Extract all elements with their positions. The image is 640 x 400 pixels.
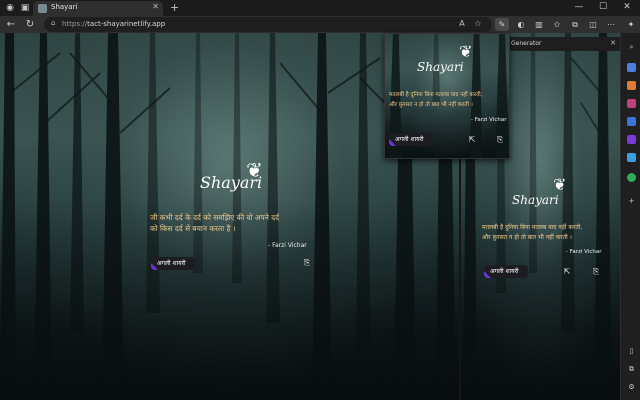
shayari-author: - Farzi Vichar xyxy=(471,117,507,123)
shayari-quote: मतलबी है दुनिया बिना मतलब याद नहीं करती,… xyxy=(482,224,583,241)
next-shayari-button[interactable]: अगली शायरी xyxy=(484,265,528,278)
sidebar-app-green-icon[interactable] xyxy=(627,173,636,182)
shayari-author: - Farzi Vichar xyxy=(268,242,307,249)
copy-icon[interactable]: ⎘ xyxy=(302,258,312,268)
split-screen-icon[interactable]: ▥ xyxy=(532,18,546,31)
shayari-author: - Farzi Vichar xyxy=(566,249,602,255)
share-icon[interactable]: ⇱ xyxy=(562,267,572,276)
next-shayari-button[interactable]: अगली शायरी xyxy=(389,133,433,146)
sidebar-outlook-icon[interactable] xyxy=(627,153,636,162)
add-icon[interactable]: + xyxy=(627,197,636,206)
tab-title: Shayari xyxy=(51,3,78,11)
copy-icon[interactable]: ⎘ xyxy=(495,135,505,145)
browser-toolbar: ← ↻ ⌂ https://tact-shayarinetlify.app A … xyxy=(0,16,640,33)
search-icon[interactable]: ⌕ xyxy=(627,43,636,52)
tab-shayari[interactable]: Shayari ✕ xyxy=(33,1,163,16)
minimize-button[interactable]: — xyxy=(572,1,586,14)
next-shayari-button[interactable]: अगली शायरी xyxy=(151,257,195,270)
copy-icon[interactable]: ⎘ xyxy=(591,267,601,277)
open-external-icon[interactable]: ⧉ xyxy=(627,365,636,374)
tab-strip: ◉ ▣ Shayari ✕ + — ☐ ✕ xyxy=(0,0,640,16)
feather-icon: ❦ xyxy=(246,158,263,182)
collections-icon[interactable]: ⧉ xyxy=(568,18,582,31)
side-panel-title: Generator xyxy=(511,40,542,47)
sidebar-tools-icon[interactable] xyxy=(627,99,636,108)
favorite-star-icon[interactable]: ☆ xyxy=(472,19,484,28)
shayari-logo: Shayari xyxy=(512,193,559,207)
edge-sidebar: ⌕ + ▯ ⧉ ⚙ xyxy=(620,33,640,400)
shayari-logo: Shayari xyxy=(417,60,464,74)
settings-gear-icon[interactable]: ⚙ xyxy=(627,383,636,392)
sidebar-games-icon[interactable] xyxy=(627,117,636,126)
screenshot-icon[interactable]: ◫ xyxy=(586,18,600,31)
favorites-icon[interactable]: ✩ xyxy=(550,18,564,31)
maximize-button[interactable]: ☐ xyxy=(596,1,610,14)
address-bar[interactable]: ⌂ https://tact-shayarinetlify.app A ☆ xyxy=(44,17,492,32)
feather-icon: ❦ xyxy=(553,175,567,194)
close-window-button[interactable]: ✕ xyxy=(620,1,634,14)
tab-favicon-icon xyxy=(38,4,47,13)
copilot-icon[interactable]: ✦ xyxy=(625,18,637,31)
sidebar-shopping-icon[interactable] xyxy=(627,81,636,90)
sidebar-office-icon[interactable] xyxy=(627,135,636,144)
new-tab-button[interactable]: + xyxy=(170,1,179,14)
side-panel-header: Generator ✕ xyxy=(508,37,620,51)
extension-popup: Shayari ❦ मतलबी है दुनिया बिना मतलब याद … xyxy=(384,33,510,159)
shayari-quote: मतलबी है दुनिया बिना मतलब याद नहीं करती,… xyxy=(389,92,483,108)
share-icon[interactable]: ⇱ xyxy=(467,135,477,144)
profile-icon[interactable]: ◉ xyxy=(4,2,16,14)
back-arrow-icon[interactable]: ← xyxy=(4,18,18,31)
reload-icon[interactable]: ↻ xyxy=(23,18,37,31)
more-menu-icon[interactable]: ⋯ xyxy=(604,18,618,31)
sidebar-app-icon[interactable] xyxy=(627,63,636,72)
tab-close-icon[interactable]: ✕ xyxy=(152,2,159,11)
shayari-quote: जी कभी दर्द के दर्द को समझिए की वो अपने … xyxy=(150,213,280,233)
feather-icon: ❦ xyxy=(459,42,473,61)
lock-icon: ⌂ xyxy=(51,19,56,27)
split-view-icon[interactable]: ▯ xyxy=(627,347,636,356)
side-panel-close-icon[interactable]: ✕ xyxy=(610,39,616,47)
extension-active-icon[interactable]: ✎ xyxy=(495,18,509,31)
extension-icon[interactable]: ◐ xyxy=(514,18,528,31)
url-text[interactable]: https://tact-shayarinetlify.app xyxy=(62,20,165,28)
tab-actions-icon[interactable]: ▣ xyxy=(19,2,31,14)
read-aloud-icon[interactable]: A xyxy=(456,19,468,28)
